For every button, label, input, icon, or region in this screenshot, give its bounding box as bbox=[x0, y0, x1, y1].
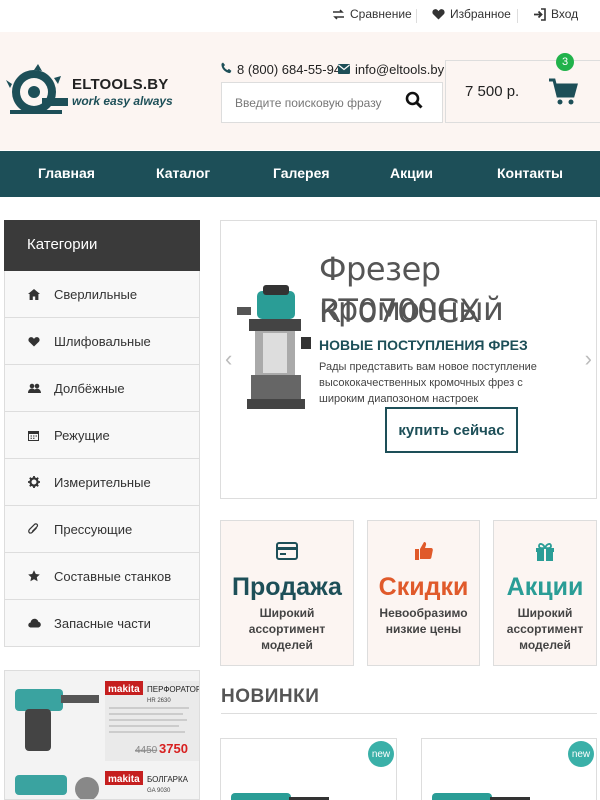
compare-label: Сравнение bbox=[350, 7, 412, 21]
promo-brand-2: makita bbox=[108, 774, 140, 785]
feature-title: Продажа bbox=[232, 573, 342, 601]
promo-image: makita ПЕРФОРАТОР HR 2630 4450 3750 maki… bbox=[5, 671, 200, 799]
search-button[interactable] bbox=[386, 83, 442, 122]
sidebar-item-grinding[interactable]: Шлифовальные bbox=[4, 318, 200, 365]
feature-promotions[interactable]: Акции Широкий ассортимент моделей bbox=[493, 520, 597, 666]
paperclip-icon bbox=[28, 523, 42, 535]
slide-title-line-2: RT0700CX bbox=[319, 292, 481, 330]
cart-total: 7 500 р. bbox=[465, 83, 520, 100]
login-label: Вход bbox=[551, 7, 579, 21]
categories-sidebar: Категории Сверлильные Шлифовальные Долбё… bbox=[4, 220, 200, 647]
favorites-label: Избранное bbox=[450, 7, 511, 21]
sidebar-item-label: Прессующие bbox=[54, 521, 133, 537]
sidebar-item-label: Составные станков bbox=[54, 568, 172, 584]
nav-item-home[interactable]: Главная bbox=[38, 165, 95, 181]
new-products-title: НОВИНКИ bbox=[221, 686, 320, 707]
promo-brand-1: makita bbox=[108, 684, 140, 695]
slide-subtitle: НОВЫЕ ПОСТУПЛЕНИЯ ФРЕЗ bbox=[319, 337, 528, 353]
feature-text: Широкий ассортимент моделей bbox=[506, 606, 584, 652]
search-icon bbox=[405, 91, 423, 114]
slider-next-icon[interactable]: › bbox=[585, 346, 592, 372]
sidebar-item-cutting[interactable]: Режущие bbox=[4, 412, 200, 459]
feature-text: Невообразимо низкие цены bbox=[379, 606, 468, 636]
feature-sale[interactable]: Продажа Широкий ассортимент моделей bbox=[220, 520, 354, 666]
main-nav: Главная Каталог Галерея Акции Контакты bbox=[0, 151, 600, 197]
phone-contact[interactable]: 8 (800) 684-55-94 bbox=[221, 62, 341, 77]
gift-icon bbox=[533, 539, 557, 563]
nav-item-contacts[interactable]: Контакты bbox=[497, 165, 563, 181]
heart-icon bbox=[28, 336, 42, 347]
users-icon bbox=[28, 383, 42, 394]
feature-text: Широкий ассортимент моделей bbox=[248, 606, 326, 652]
promo-item-2-model: GA 9030 bbox=[147, 788, 171, 794]
heart-icon bbox=[432, 8, 445, 21]
feature-discounts[interactable]: Скидки Невообразимо низкие цены bbox=[367, 520, 480, 666]
categories-title: Категории bbox=[4, 220, 200, 271]
divider bbox=[221, 713, 597, 714]
divider bbox=[416, 9, 417, 23]
promo-banner[interactable]: makita ПЕРФОРАТОР HR 2630 4450 3750 maki… bbox=[4, 670, 200, 800]
router-product-image bbox=[231, 281, 311, 431]
product-card[interactable]: new bbox=[421, 738, 597, 800]
sidebar-item-drilling[interactable]: Сверлильные bbox=[4, 271, 200, 318]
promo-price: 3750 bbox=[159, 741, 188, 756]
nav-item-sales[interactable]: Акции bbox=[390, 165, 433, 181]
envelope-icon bbox=[338, 62, 350, 77]
compare-icon bbox=[332, 8, 345, 21]
slider-prev-icon[interactable]: ‹ bbox=[225, 346, 232, 372]
cart-icon bbox=[548, 77, 578, 107]
search-form bbox=[221, 82, 443, 123]
sidebar-item-label: Сверлильные bbox=[54, 286, 138, 302]
product-card[interactable]: new bbox=[220, 738, 397, 800]
buy-now-button[interactable]: купить сейчас bbox=[385, 407, 518, 453]
email-contact[interactable]: info@eltools.by bbox=[338, 62, 444, 77]
home-icon bbox=[28, 288, 42, 300]
gear-icon bbox=[28, 476, 42, 488]
sidebar-item-pressing[interactable]: Прессующие bbox=[4, 506, 200, 553]
hero-slider: ‹ › Фрезер кромочный RT0700CX НОВЫЕ ПОСТ… bbox=[220, 220, 597, 499]
sidebar-item-chiseling[interactable]: Долбёжные bbox=[4, 365, 200, 412]
cart-widget[interactable]: 7 500 р. 3 bbox=[445, 53, 600, 123]
phone-number: 8 (800) 684-55-94 bbox=[237, 62, 342, 77]
cloud-icon bbox=[28, 618, 42, 628]
nav-item-catalog[interactable]: Каталог bbox=[156, 165, 210, 181]
email-address: info@eltools.by bbox=[355, 62, 445, 77]
login-icon bbox=[533, 7, 546, 21]
sidebar-item-machine-parts[interactable]: Составные станков bbox=[4, 553, 200, 600]
site-header: ELTOOLS.BY work easy always 8 (800) 684-… bbox=[0, 32, 600, 150]
search-input[interactable] bbox=[222, 95, 392, 110]
sidebar-item-label: Режущие bbox=[54, 427, 110, 443]
feature-title: Скидки bbox=[378, 573, 469, 601]
sidebar-item-label: Шлифовальные bbox=[54, 333, 151, 349]
calendar-icon bbox=[28, 430, 42, 441]
promo-item-2-title: БОЛГАРКА bbox=[147, 775, 189, 784]
top-bar: Сравнение Избранное Вход bbox=[0, 0, 600, 32]
sidebar-item-label: Измерительные bbox=[54, 474, 151, 490]
sidebar-item-spare-parts[interactable]: Запасные части bbox=[4, 600, 200, 647]
promo-old-price: 4450 bbox=[135, 745, 158, 756]
login-link[interactable]: Вход bbox=[533, 7, 578, 21]
feature-title: Акции bbox=[506, 573, 584, 601]
new-badge: new bbox=[368, 741, 394, 767]
sidebar-item-measuring[interactable]: Измерительные bbox=[4, 459, 200, 506]
sidebar-item-label: Долбёжные bbox=[54, 380, 125, 396]
phone-icon bbox=[221, 62, 232, 77]
sidebar-item-label: Запасные части bbox=[54, 615, 151, 631]
star-icon bbox=[28, 570, 42, 582]
compare-link[interactable]: Сравнение bbox=[332, 7, 412, 21]
logo-icon[interactable] bbox=[4, 60, 70, 120]
brand-tagline: work easy always bbox=[72, 94, 173, 108]
divider bbox=[517, 9, 518, 23]
brand-name: ELTOOLS.BY bbox=[72, 76, 169, 93]
cart-count-badge: 3 bbox=[556, 53, 574, 71]
promo-item-1-model: HR 2630 bbox=[147, 698, 171, 704]
card-icon bbox=[275, 539, 299, 563]
thumbs-up-icon bbox=[412, 539, 436, 563]
new-badge: new bbox=[568, 741, 594, 767]
slide-description: Рады представить вам новое поступление в… bbox=[319, 361, 537, 405]
favorites-link[interactable]: Избранное bbox=[432, 7, 511, 21]
nav-item-gallery[interactable]: Галерея bbox=[273, 165, 330, 181]
promo-item-1-title: ПЕРФОРАТОР bbox=[147, 685, 200, 694]
